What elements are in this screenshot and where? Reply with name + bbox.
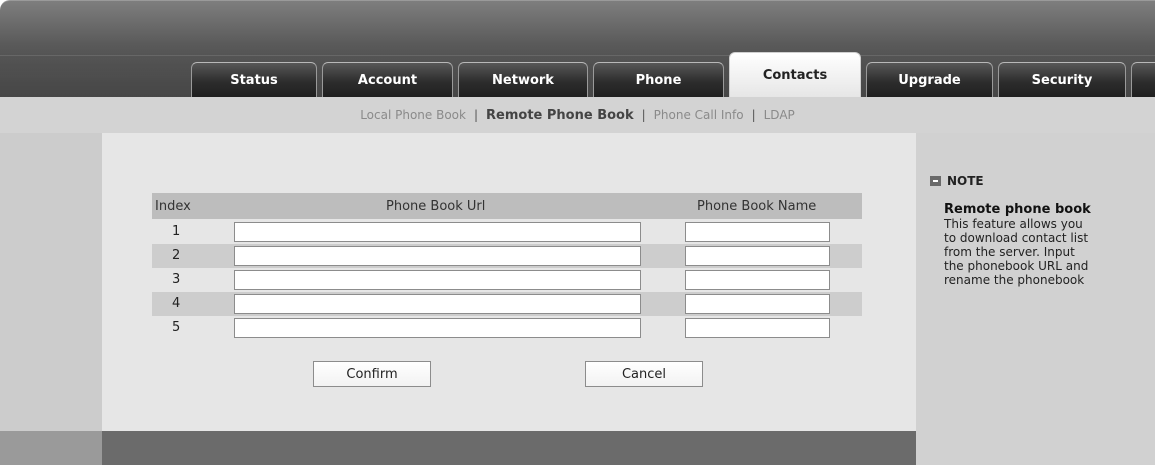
tab-account[interactable]: Account — [322, 62, 453, 97]
table-row: 4 — [152, 292, 862, 316]
subnav-separator: | — [641, 108, 646, 122]
table-row: 3 — [152, 268, 862, 292]
footer-right — [916, 431, 1155, 465]
subnav-ldap[interactable]: LDAP — [758, 108, 801, 122]
phone-book-name-input[interactable] — [685, 294, 830, 314]
table-row: 2 — [152, 244, 862, 268]
left-margin — [0, 133, 102, 431]
tab-upgrade[interactable]: Upgrade — [866, 62, 993, 97]
table-row: 1 — [152, 220, 862, 244]
footer-left — [0, 431, 102, 465]
subnav-local-phone-book[interactable]: Local Phone Book — [354, 108, 472, 122]
header-name: Phone Book Name — [697, 199, 817, 214]
row-index: 2 — [172, 248, 181, 263]
phone-book-url-input[interactable] — [234, 318, 641, 338]
row-index: 5 — [172, 320, 181, 335]
phone-book-url-input[interactable] — [234, 270, 641, 290]
row-index: 4 — [172, 296, 181, 311]
phone-book-url-input[interactable] — [234, 246, 641, 266]
note-icon — [930, 176, 941, 186]
note-heading: Remote phone book — [944, 202, 1091, 217]
tab-security[interactable]: Security — [998, 62, 1126, 97]
tab-overflow[interactable] — [1131, 62, 1155, 97]
note-line: to download contact list — [944, 231, 1089, 245]
header-index: Index — [155, 199, 191, 214]
tab-contacts[interactable]: Contacts — [729, 52, 861, 97]
note-title: NOTE — [930, 174, 984, 188]
phone-book-name-input[interactable] — [685, 318, 830, 338]
table-row: 5 — [152, 316, 862, 340]
note-line: the phonebook URL and — [944, 259, 1089, 273]
note-line: from the server. Input — [944, 245, 1075, 259]
tab-phone[interactable]: Phone — [593, 62, 724, 97]
phone-book-name-input[interactable] — [685, 222, 830, 242]
table-header: Index Phone Book Url Phone Book Name — [152, 193, 862, 219]
note-title-label: NOTE — [947, 174, 984, 188]
note-body: This feature allows you to download cont… — [944, 217, 1144, 287]
phone-book-url-input[interactable] — [234, 294, 641, 314]
phone-book-name-input[interactable] — [685, 270, 830, 290]
sub-navigation: Local Phone Book | Remote Phone Book | P… — [0, 97, 1155, 133]
subnav-separator: | — [473, 108, 479, 122]
subnav-separator: | — [751, 108, 756, 122]
subnav-remote-phone-book[interactable]: Remote Phone Book — [480, 108, 640, 123]
subnav-phone-call-info[interactable]: Phone Call Info — [648, 108, 750, 122]
row-index: 3 — [172, 272, 181, 287]
tab-status[interactable]: Status — [191, 62, 317, 97]
footer-bar — [102, 431, 916, 465]
note-line: rename the phonebook — [944, 273, 1085, 287]
phone-book-name-input[interactable] — [685, 246, 830, 266]
cancel-button[interactable]: Cancel — [585, 361, 703, 387]
row-index: 1 — [172, 224, 181, 239]
tab-network[interactable]: Network — [458, 62, 588, 97]
confirm-button[interactable]: Confirm — [313, 361, 431, 387]
phone-book-url-input[interactable] — [234, 222, 641, 242]
note-line: This feature allows you — [944, 217, 1083, 231]
header-url: Phone Book Url — [386, 199, 486, 214]
